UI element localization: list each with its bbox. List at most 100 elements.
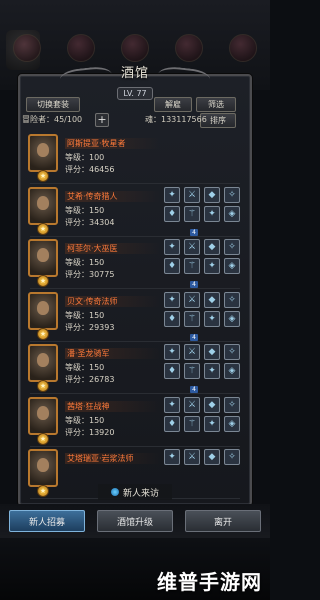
equipment-slot-icon[interactable]: ◆: [204, 396, 220, 413]
adventurer-card[interactable]: ★ 艾希·传奇猎人 等级：150 评分：34304 ✦ ⚔ ◆ ✧ ♦ ⚚ ✦ ◈ 4: [24, 185, 246, 237]
equipment-slot-icon[interactable]: ◆: [204, 449, 220, 465]
adventurer-score: 评分：34304: [65, 217, 115, 227]
adventurer-card[interactable]: ★ 贝文·传奇法师 等级：150 评分：29393 ✦ ⚔ ◆ ✧ ♦ ⚚ ✦ ◈ 4: [24, 290, 246, 342]
hud-orb-icon: [13, 34, 41, 62]
equipment-slot-icon[interactable]: ✧: [224, 449, 240, 465]
equipment-slot-icon[interactable]: ✦: [204, 258, 220, 274]
equipment-slot-icon[interactable]: ⚚: [184, 415, 200, 432]
recruit-button[interactable]: 新人招募: [9, 510, 85, 532]
leave-button[interactable]: 离开: [185, 510, 261, 532]
new-visitor-label: 新人来访: [122, 488, 159, 499]
adventurer-card[interactable]: ★ 阿斯提亚·牧星者 等级：100 评分：46456: [24, 132, 246, 184]
portrait-face: [37, 458, 49, 472]
equipment-slot-icon[interactable]: ✦: [164, 344, 180, 360]
equipment-slot-icon[interactable]: ✦: [164, 396, 180, 413]
equipment-slot-icon[interactable]: ✦: [204, 310, 220, 327]
adventurer-portrait[interactable]: [28, 134, 58, 172]
adventurer-name: 贝文·传奇法师: [65, 295, 160, 307]
upgrade-tavern-button[interactable]: 酒馆升级: [97, 510, 173, 532]
equipment-slot-icon[interactable]: ⚔: [184, 291, 200, 308]
equipment-grid: ✦ ⚔ ◆ ✧ ♦ ⚚ ✦ ◈: [164, 186, 246, 229]
equipment-slot-icon[interactable]: ◆: [204, 239, 220, 255]
equipment-slot-icon[interactable]: ⚚: [184, 205, 200, 222]
adventurer-card[interactable]: ★ 茜塔·狂战神 等级：150 评分：13920 ✦ ⚔ ◆ ✧ ♦ ⚚ ✦ ◈: [24, 395, 246, 447]
switch-set-button[interactable]: 切换套装: [26, 97, 80, 112]
equipment-slot-icon[interactable]: ⚔: [184, 344, 200, 360]
equipment-slot-icon[interactable]: ⚔: [184, 449, 200, 465]
adventurer-portrait[interactable]: [28, 186, 58, 225]
equipment-slot-icon[interactable]: ♦: [164, 205, 180, 222]
equipment-slot-icon[interactable]: ◆: [204, 186, 220, 203]
equipment-slot-icon[interactable]: ◈: [224, 258, 240, 274]
adventurer-portrait[interactable]: [28, 239, 58, 277]
adventurer-list[interactable]: ★ 阿斯提亚·牧星者 等级：100 评分：46456 ★ 艾希·传奇猎人 等级：150 评分：…: [24, 132, 246, 506]
adventurer-level: 等级：150: [65, 205, 105, 215]
add-slot-button[interactable]: +: [95, 113, 109, 127]
rank-star-icon: ★: [37, 432, 49, 445]
equipment-slot-icon[interactable]: ✦: [164, 449, 180, 465]
adventurer-score: 评分：26783: [65, 375, 115, 384]
adventurer-level: 等级：150: [65, 258, 105, 267]
equipment-slot-icon[interactable]: ⚚: [184, 258, 200, 274]
equipment-slot-icon[interactable]: ✧: [224, 186, 240, 203]
equipment-slot-icon[interactable]: ◈: [224, 415, 240, 432]
equipment-slot-icon[interactable]: ♦: [164, 363, 180, 379]
adventurer-name: 潘·圣龙骑军: [65, 348, 160, 359]
equipment-slot-icon[interactable]: ⚔: [184, 186, 200, 203]
equipment-grid: ✦ ⚔ ◆ ✧ ♦ ⚚ ✦ ◈: [164, 291, 246, 334]
equipment-slot-icon[interactable]: ◈: [224, 310, 240, 327]
adventurer-name: 茜塔·狂战神: [65, 400, 160, 412]
adventurer-name: 艾希·传奇猎人: [65, 190, 160, 202]
equipment-slot-icon[interactable]: ◆: [204, 291, 220, 308]
rank-star-icon: ★: [37, 485, 49, 497]
equipment-slot-icon[interactable]: ✦: [164, 291, 180, 308]
adventurer-portrait[interactable]: [28, 396, 58, 435]
equipment-slot-icon[interactable]: ◈: [224, 205, 240, 222]
enhance-badge: 4: [190, 281, 198, 288]
portrait-face: [37, 195, 49, 210]
equipment-slot-icon[interactable]: ✦: [204, 205, 220, 222]
adventurer-count: 冒险者：45/100: [22, 115, 83, 124]
equipment-slot-icon[interactable]: ✧: [224, 396, 240, 413]
adventurer-score: 评分：29393: [65, 322, 115, 332]
equipment-slot-icon[interactable]: ♦: [164, 415, 180, 432]
portrait-face: [37, 248, 49, 262]
soul-currency: 魂：133117566: [145, 115, 207, 124]
equipment-slot-icon[interactable]: ♦: [164, 258, 180, 274]
equipment-slot-icon[interactable]: ⚔: [184, 239, 200, 255]
adventurer-name: 阿斯提亚·牧星者: [65, 138, 160, 149]
equipment-slot-icon[interactable]: ✧: [224, 291, 240, 308]
equipment-slot-icon[interactable]: ✧: [224, 344, 240, 360]
new-visitor-button[interactable]: 新人来访: [98, 484, 172, 500]
info-bar: 冒险者：45/100 + 魂：133117566: [22, 113, 248, 128]
equipment-slot-icon[interactable]: ⚚: [184, 310, 200, 327]
rank-star-icon: ★: [37, 170, 49, 182]
adventurer-portrait[interactable]: [28, 449, 58, 487]
equipment-slot-icon[interactable]: ◈: [224, 363, 240, 379]
watermark-text: 维普手游网: [157, 570, 262, 594]
equipment-slot-icon[interactable]: ✦: [204, 363, 220, 379]
rank-star-icon: ★: [37, 380, 49, 392]
equipment-grid: ✦ ⚔ ◆ ✧ ♦ ⚚ ✦ ◈: [164, 239, 246, 281]
title-plate: 酒馆 LV. 77: [108, 62, 162, 102]
adventurer-score: 评分：30775: [65, 270, 115, 279]
filter-button[interactable]: 筛选: [196, 97, 236, 112]
adventurer-score: 评分：13920: [65, 427, 115, 437]
adventurer-score: 评分：46456: [65, 165, 115, 174]
adventurer-card[interactable]: ★ 潘·圣龙骑军 等级：150 评分：26783 ✦ ⚔ ◆ ✧ ♦ ⚚ ✦ ◈ 4: [24, 342, 246, 394]
equipment-slot-icon[interactable]: ✧: [224, 239, 240, 255]
adventurer-portrait[interactable]: [28, 344, 58, 382]
adventurer-level: 等级：150: [65, 310, 105, 320]
tavern-level-badge: LV. 77: [117, 87, 153, 100]
adventurer-name: 艾塔瑞亚·岩浆法师: [65, 453, 160, 464]
equipment-slot-icon[interactable]: ◆: [204, 344, 220, 360]
equipment-slot-icon[interactable]: ⚚: [184, 363, 200, 379]
equipment-slot-icon[interactable]: ✦: [164, 186, 180, 203]
equipment-slot-icon[interactable]: ⚔: [184, 396, 200, 413]
equipment-slot-icon[interactable]: ♦: [164, 310, 180, 327]
equipment-slot-icon[interactable]: ✦: [164, 239, 180, 255]
adventurer-level: 等级：150: [65, 363, 105, 372]
equipment-slot-icon[interactable]: ✦: [204, 415, 220, 432]
adventurer-portrait[interactable]: [28, 291, 58, 330]
adventurer-card[interactable]: ★ 柯菲尔·大巫医 等级：150 评分：30775 ✦ ⚔ ◆ ✧ ♦ ⚚ ✦ ◈ 4: [24, 237, 246, 289]
